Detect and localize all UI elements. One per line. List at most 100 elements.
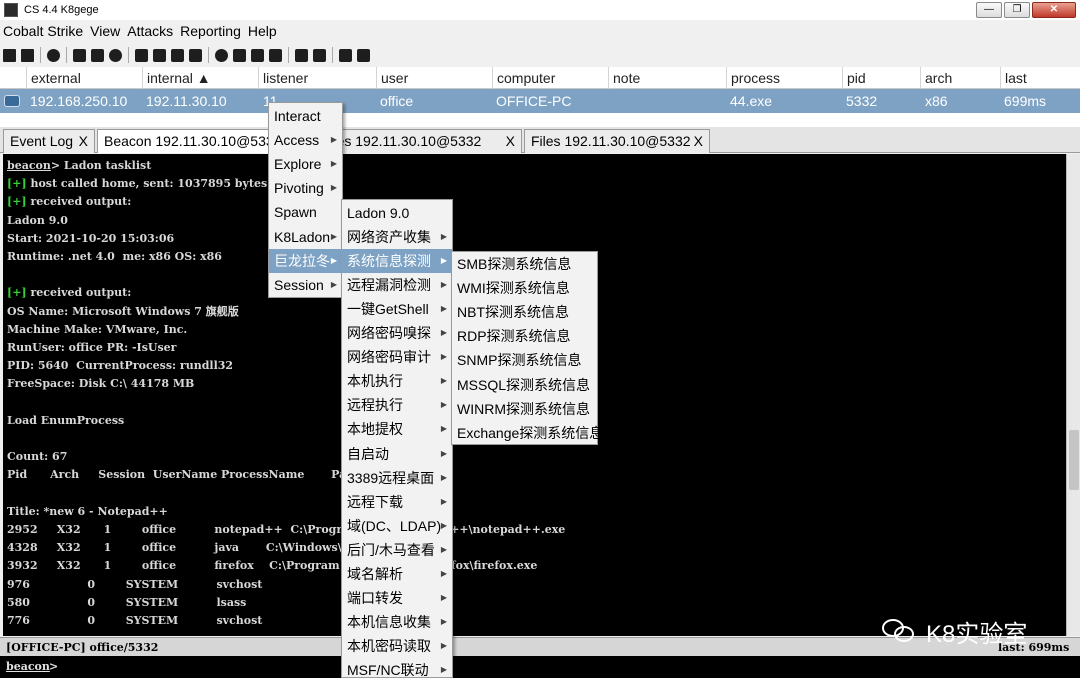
ladon-menu-item[interactable]: 3389远程桌面 ▶: [342, 466, 452, 490]
download-icon[interactable]: [153, 48, 166, 62]
document-icon[interactable]: [251, 48, 264, 62]
ladon-menu-label: 本机信息收集: [347, 613, 431, 630]
ladon-menu-item[interactable]: 远程漏洞检测 ▶: [342, 273, 452, 297]
sysinfo-menu-label: WINRM探测系统信息: [457, 400, 590, 417]
context-menu-item[interactable]: Explore ▶: [269, 152, 342, 176]
ladon-menu-item[interactable]: 远程执行 ▶: [342, 393, 452, 417]
ladon-menu-item[interactable]: 后门/木马查看 ▶: [342, 538, 452, 562]
console-text: host called home, sent: 1037895 bytes: [26, 177, 268, 191]
context-menu-item[interactable]: K8Ladon ▶: [269, 225, 342, 249]
console-line: Load EnumProcess: [7, 414, 124, 428]
ladon-menu-item[interactable]: 自启动 ▶: [342, 442, 452, 466]
submenu-arrow-icon: ▶: [440, 448, 447, 458]
credentials-icon[interactable]: [135, 48, 148, 62]
cloud-icon[interactable]: [313, 48, 326, 62]
sysinfo-menu-item[interactable]: WMI探测系统信息: [452, 276, 597, 300]
sysinfo-menu-item[interactable]: SNMP探测系统信息: [452, 348, 597, 372]
console-text: Pid Arch Session UserName ProcessName Pa…: [7, 468, 360, 482]
context-menu-item[interactable]: Interact: [269, 104, 342, 128]
ladon-menu-item[interactable]: Ladon 9.0: [342, 201, 452, 225]
link-icon[interactable]: [295, 48, 308, 62]
command-input[interactable]: beacon >: [0, 656, 1080, 678]
col-external[interactable]: external: [26, 67, 142, 89]
sysinfo-menu-item[interactable]: RDP探测系统信息: [452, 324, 597, 348]
context-menu-item[interactable]: Session ▶: [269, 273, 342, 297]
context-menu-item[interactable]: Spawn: [269, 200, 342, 224]
context-menu-item[interactable]: 巨龙拉冬 ▶: [269, 248, 342, 273]
col-last[interactable]: last: [1000, 67, 1080, 89]
col-note[interactable]: note: [608, 67, 726, 89]
ladon-menu-item[interactable]: 域(DC、LDAP) ▶: [342, 514, 452, 538]
submenu-arrow-icon: ▶: [440, 496, 447, 506]
cube-icon[interactable]: [357, 48, 370, 62]
session-table-icon[interactable]: [91, 48, 104, 62]
key-icon[interactable]: [171, 48, 184, 62]
sysinfo-menu-item[interactable]: NBT探测系统信息: [452, 300, 597, 324]
col-arch[interactable]: arch: [920, 67, 1000, 89]
book-icon[interactable]: [339, 48, 352, 62]
screenshot-icon[interactable]: [189, 48, 202, 62]
ladon-menu-item[interactable]: 本机信息收集 ▶: [342, 610, 452, 634]
cell-arch: x86: [925, 93, 948, 109]
menu-cobalt-strike[interactable]: Cobalt Strike: [3, 23, 83, 39]
col-user[interactable]: user: [376, 67, 492, 89]
tab-event-log[interactable]: Event Log X: [3, 129, 95, 153]
close-button[interactable]: ✕: [1032, 2, 1076, 18]
menu-attacks[interactable]: Attacks: [127, 23, 173, 39]
sysinfo-menu-item[interactable]: MSSQL探测系统信息: [452, 373, 597, 397]
coffee-icon[interactable]: [233, 48, 246, 62]
gear-icon[interactable]: [215, 48, 228, 62]
submenu-arrow-icon: ▶: [330, 231, 337, 241]
col-process[interactable]: process: [726, 67, 842, 89]
table-empty-area: [0, 113, 1080, 127]
ladon-menu-item[interactable]: 本机执行 ▶: [342, 369, 452, 393]
tab-close-icon[interactable]: X: [694, 130, 703, 152]
sysinfo-menu-label: MSSQL探测系统信息: [457, 376, 591, 393]
ladon-menu-item[interactable]: 网络密码审计 ▶: [342, 345, 452, 369]
ladon-menu-item[interactable]: 网络资产收集 ▶: [342, 225, 452, 249]
tab-files[interactable]: Files 192.11.30.10@5332 X: [524, 129, 710, 153]
target-icon[interactable]: [109, 48, 122, 62]
context-menu-item[interactable]: Pivoting ▶: [269, 176, 342, 200]
ladon-menu-item[interactable]: MSF/NC联动 ▶: [342, 658, 452, 678]
col-internal[interactable]: internal ▲: [142, 67, 258, 89]
sysinfo-menu-item[interactable]: WINRM探测系统信息: [452, 397, 597, 421]
console-icon[interactable]: [269, 48, 282, 62]
sysinfo-menu-item[interactable]: SMB探测系统信息: [452, 252, 597, 276]
tab-close-icon[interactable]: X: [79, 130, 88, 152]
scrollbar-thumb[interactable]: [1069, 430, 1079, 490]
toolbar: [0, 43, 1080, 67]
col-computer[interactable]: computer: [492, 67, 608, 89]
menu-help[interactable]: Help: [248, 23, 277, 39]
sysinfo-menu-label: SMB探测系统信息: [457, 256, 572, 272]
cell-user: office: [380, 93, 414, 109]
submenu-arrow-icon: ▶: [440, 616, 447, 626]
context-menu-item[interactable]: Access ▶: [269, 128, 342, 152]
pivot-graph-icon[interactable]: [73, 48, 86, 62]
menu-view[interactable]: View: [90, 23, 120, 39]
disconnect-icon[interactable]: [21, 48, 34, 62]
context-menu-label: 巨龙拉冬: [274, 252, 330, 269]
console-scrollbar[interactable]: [1066, 154, 1080, 636]
maximize-button[interactable]: ❐: [1004, 2, 1030, 18]
ladon-menu-item[interactable]: 端口转发 ▶: [342, 586, 452, 610]
ladon-menu-item[interactable]: 本地提权 ▶: [342, 417, 452, 441]
cell-internal: 192.11.30.10: [146, 93, 227, 109]
ladon-menu-item[interactable]: 域名解析 ▶: [342, 562, 452, 586]
new-connection-icon[interactable]: [3, 48, 16, 62]
console-line: [+] received output:: [7, 195, 131, 209]
menu-reporting[interactable]: Reporting: [180, 23, 241, 39]
sysinfo-menu-item[interactable]: Exchange探测系统信息: [452, 421, 603, 445]
ladon-menu-item[interactable]: 远程下载 ▶: [342, 490, 452, 514]
headphones-icon[interactable]: [47, 48, 60, 62]
console-line: Count: 67: [7, 450, 67, 464]
col-pid[interactable]: pid: [842, 67, 920, 89]
minimize-button[interactable]: —: [976, 2, 1002, 18]
table-row[interactable]: 192.168.250.10 192.11.30.10 11 office OF…: [0, 89, 1080, 113]
ladon-menu-item[interactable]: 一键GetShell ▶: [342, 297, 452, 321]
tab-close-icon[interactable]: X: [506, 130, 515, 152]
col-listener[interactable]: listener: [258, 67, 376, 89]
ladon-menu-item[interactable]: 系统信息探测 ▶: [342, 249, 452, 274]
ladon-menu-item[interactable]: 网络密码嗅探 ▶: [342, 321, 452, 345]
ladon-menu-item[interactable]: 本机密码读取 ▶: [342, 634, 452, 658]
